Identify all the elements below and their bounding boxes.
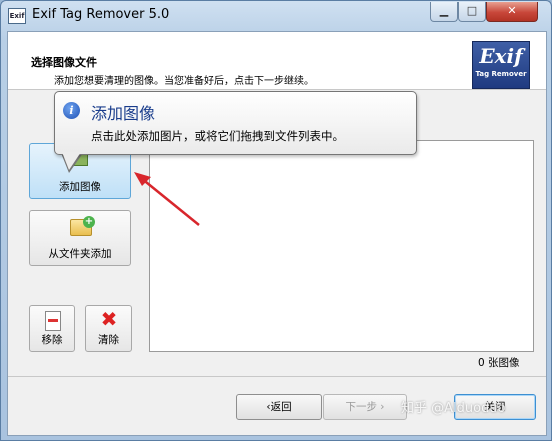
watermark: 知乎 @Alduoduo bbox=[401, 401, 506, 416]
footer-divider bbox=[8, 376, 546, 377]
app-window: Exif Exif Tag Remover 5.0 ▁ □ ✕ 选择图像文件 添… bbox=[0, 0, 552, 441]
clear-label: 清除 bbox=[98, 334, 119, 346]
tooltip-title: 添加图像 bbox=[91, 104, 156, 123]
window-title: Exif Tag Remover 5.0 bbox=[32, 7, 170, 22]
add-image-label: 添加图像 bbox=[59, 181, 101, 193]
add-folder-button[interactable]: + 从文件夹添加 bbox=[29, 210, 131, 266]
image-count: 0 张图像 bbox=[478, 357, 520, 369]
red-arrow-annotation bbox=[134, 172, 200, 226]
file-list[interactable] bbox=[149, 140, 534, 352]
wizard-header: 选择图像文件 添加您想要清理的图像。当您准备好后，点击下一步继续。 Exif T… bbox=[8, 32, 546, 90]
clear-x-icon: ✖ bbox=[100, 307, 118, 331]
close-window-button[interactable]: ✕ bbox=[486, 2, 538, 22]
exif-logo: Exif Tag Remover bbox=[472, 41, 530, 89]
next-button[interactable]: 下一步 › bbox=[323, 394, 407, 420]
page-subtitle: 添加您想要清理的图像。当您准备好后，点击下一步继续。 bbox=[54, 76, 314, 87]
remove-button[interactable]: 移除 bbox=[29, 305, 75, 352]
back-button[interactable]: ‹返回 bbox=[236, 394, 322, 420]
folder-add-icon: + bbox=[70, 216, 95, 236]
page-title: 选择图像文件 bbox=[31, 56, 97, 69]
app-icon: Exif bbox=[8, 8, 26, 24]
maximize-button[interactable]: □ bbox=[458, 2, 486, 22]
title-bar[interactable]: Exif Exif Tag Remover 5.0 ▁ □ ✕ bbox=[1, 1, 551, 31]
info-icon: i bbox=[63, 102, 80, 119]
tooltip-body: 点击此处添加图片，或将它们拖拽到文件列表中。 bbox=[91, 129, 344, 143]
logo-subtext: Tag Remover bbox=[475, 70, 527, 78]
tooltip-tail-inner bbox=[62, 152, 81, 170]
clear-button[interactable]: ✖ 清除 bbox=[85, 305, 132, 352]
logo-text: Exif bbox=[479, 44, 523, 68]
add-folder-label: 从文件夹添加 bbox=[48, 248, 112, 260]
minimize-button[interactable]: ▁ bbox=[430, 2, 458, 22]
remove-icon bbox=[45, 311, 61, 331]
remove-label: 移除 bbox=[41, 334, 63, 346]
add-image-tooltip: i 添加图像 点击此处添加图片，或将它们拖拽到文件列表中。 bbox=[54, 91, 417, 155]
